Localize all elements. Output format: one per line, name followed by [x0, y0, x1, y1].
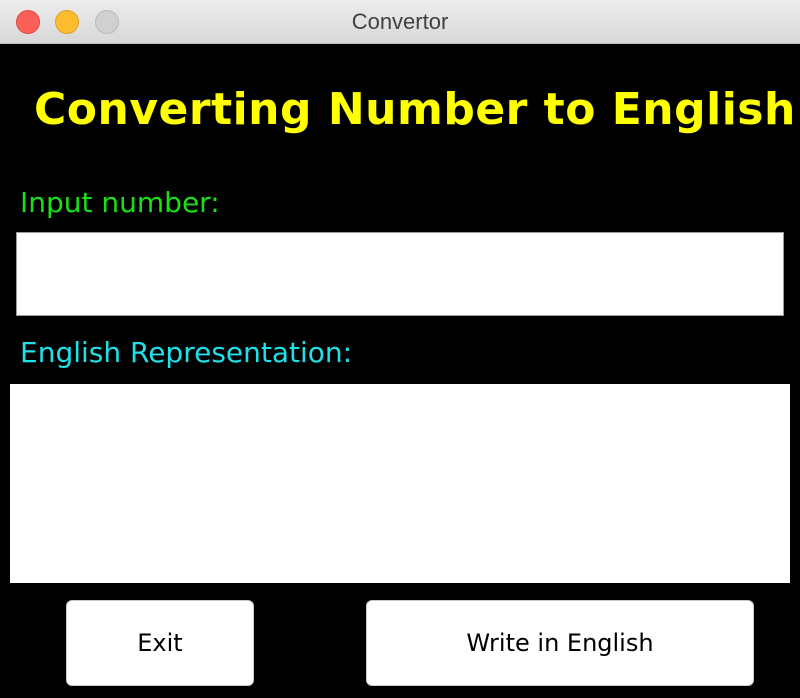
- number-input[interactable]: [16, 232, 784, 316]
- english-output-area[interactable]: [10, 384, 790, 583]
- input-number-label: Input number:: [20, 186, 220, 219]
- page-heading: Converting Number to English: [34, 84, 796, 135]
- exit-button[interactable]: Exit: [66, 600, 254, 686]
- english-representation-label: English Representation:: [20, 336, 353, 369]
- write-in-english-button[interactable]: Write in English: [366, 600, 754, 686]
- title-bar: Convertor: [0, 0, 800, 44]
- convertor-window: Convertor Converting Number to English I…: [0, 0, 800, 698]
- window-title: Convertor: [351, 9, 449, 34]
